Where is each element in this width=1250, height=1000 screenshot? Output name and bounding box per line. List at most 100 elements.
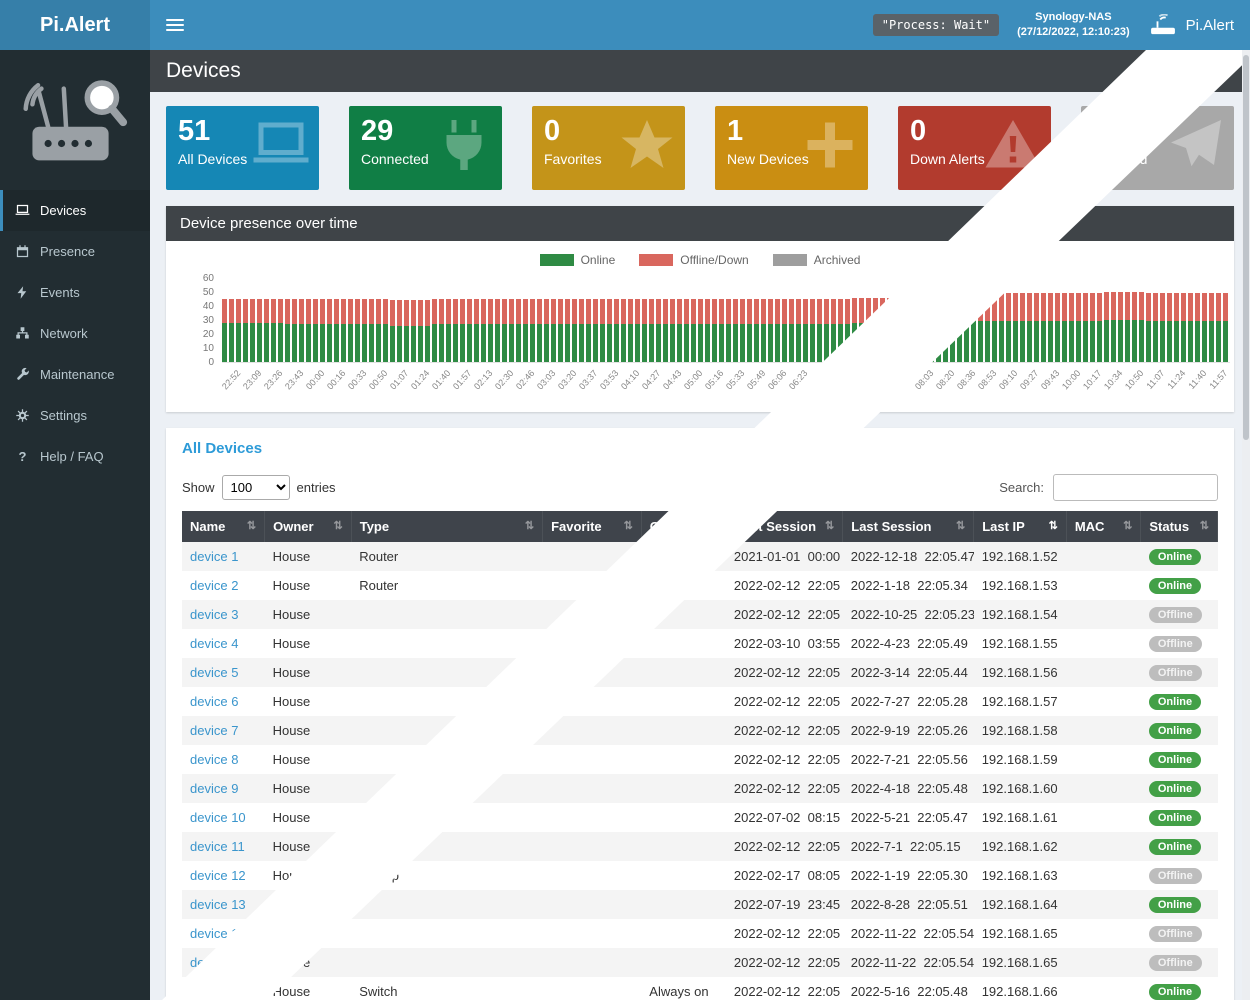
tab-all-devices[interactable]: All Devices (182, 440, 262, 457)
cell-last_ip: 192.168.1.61 (974, 803, 1067, 832)
sidebar-toggle-icon[interactable] (166, 19, 184, 31)
sidebar-item-maintenance[interactable]: Maintenance (0, 354, 150, 395)
column-header-status[interactable]: Status⇅ (1141, 511, 1218, 542)
presence-panel: Device presence over time Online Offline… (166, 206, 1234, 412)
sort-icon: ⇅ (624, 519, 633, 532)
sidebar-item-help[interactable]: ? Help / FAQ (0, 436, 150, 477)
sidebar-item-settings[interactable]: Settings (0, 395, 150, 436)
x-axis-tick: 07:13 (850, 368, 873, 391)
cell-first_session: 2022-03-10 03:55 (726, 629, 843, 658)
cell-type: Laptop (351, 861, 542, 890)
chart-bar (803, 299, 808, 362)
device-link[interactable]: device 15 (190, 984, 246, 999)
sidebar-item-network[interactable]: Network (0, 313, 150, 354)
chart-bar (1118, 292, 1123, 362)
chart-bar (285, 299, 290, 362)
device-link[interactable]: device 14 (190, 926, 246, 941)
page-length-select[interactable]: 100 (222, 475, 290, 500)
x-axis-tick: 05:16 (703, 368, 726, 391)
cell-last_session: 2022-4-18 22:05.48 (843, 774, 974, 803)
summary-card[interactable]: 1 New Devices (715, 106, 868, 190)
chart-bar (649, 299, 654, 362)
chart-bar (1104, 292, 1109, 362)
brand-link[interactable]: Pi.Alert (1148, 14, 1234, 36)
device-link[interactable]: device 9 (190, 781, 238, 796)
device-link[interactable]: device 1 (190, 549, 238, 564)
sidebar-item-label: Settings (40, 408, 87, 423)
column-header-mac[interactable]: MAC⇅ (1066, 511, 1141, 542)
column-header-last-ip[interactable]: Last IP⇅ (974, 511, 1067, 542)
summary-card[interactable]: 0 Archived (1081, 106, 1234, 190)
device-link[interactable]: device 10 (190, 810, 246, 825)
device-link[interactable]: device 7 (190, 723, 238, 738)
legend-label: Offline/Down (680, 253, 748, 267)
chart-bar (747, 299, 752, 362)
chart-bar (313, 299, 318, 362)
device-link[interactable]: device 14 (190, 955, 246, 970)
sort-icon: ⇅ (334, 519, 343, 532)
chart-bar (432, 299, 437, 362)
summary-card[interactable]: 0 Down Alerts (898, 106, 1051, 190)
sidebar-item-label: Network (40, 326, 88, 341)
device-link[interactable]: device 8 (190, 752, 238, 767)
chart-bar (1013, 293, 1018, 362)
chart-bar (607, 299, 612, 362)
x-axis-tick: 02:13 (472, 368, 495, 391)
cell-last_session: 2022-8-28 22:05.51 (843, 890, 974, 919)
cell-group (641, 919, 726, 948)
cell-owner: House (265, 832, 352, 861)
x-axis-tick: 10:50 (1123, 368, 1146, 391)
chart-bar (376, 299, 381, 362)
column-header-owner[interactable]: Owner⇅ (265, 511, 352, 542)
summary-card[interactable]: 29 Connected (349, 106, 502, 190)
device-link[interactable]: device 3 (190, 607, 238, 622)
chart-bar (306, 299, 311, 362)
legend-label: Online (581, 253, 616, 267)
y-axis-tick: 10 (186, 343, 214, 354)
app-logo[interactable]: Pi.Alert (0, 0, 150, 50)
summary-card[interactable]: 51 All Devices (166, 106, 319, 190)
cell-last_ip: 192.168.1.54 (974, 600, 1067, 629)
device-link[interactable]: device 5 (190, 665, 238, 680)
question-icon: ? (15, 449, 30, 464)
sidebar-item-events[interactable]: Events (0, 272, 150, 313)
chart-bar (1139, 292, 1144, 362)
device-link[interactable]: device 6 (190, 694, 238, 709)
chart-bar (817, 299, 822, 362)
x-axis-tick: 02:46 (514, 368, 537, 391)
chart-bar (1146, 293, 1151, 362)
x-axis-tick: 11:57 (1207, 368, 1229, 391)
device-link[interactable]: device 2 (190, 578, 238, 593)
column-header-favorite[interactable]: Favorite⇅ (543, 511, 642, 542)
column-header-first-session[interactable]: First Session⇅ (726, 511, 843, 542)
search-input[interactable] (1053, 474, 1218, 501)
chart-bar (516, 299, 521, 362)
cell-first_session: 2022-02-12 22:05 (726, 716, 843, 745)
x-axis-tick: 00:33 (346, 368, 369, 391)
table-row: device 5House2022-02-12 22:052022-3-14 2… (182, 658, 1218, 687)
column-header-last-session[interactable]: Last Session⇅ (843, 511, 974, 542)
chart-bar (495, 299, 500, 362)
table-row: device 1HouseRouterAlways on2021-01-01 0… (182, 542, 1218, 571)
table-row: device 15HouseSwitchAlways on2022-02-12 … (182, 977, 1218, 1000)
device-link[interactable]: device 11 (190, 839, 245, 854)
column-header-group[interactable]: Group⇅ (641, 511, 726, 542)
cell-mac (1066, 745, 1141, 774)
chart-bar (341, 299, 346, 362)
device-link[interactable]: device 13 (190, 897, 246, 912)
device-link[interactable]: device 12 (190, 868, 246, 883)
cell-last_session: 2022-9-19 22:05.26 (843, 716, 974, 745)
scrollbar-thumb[interactable] (1243, 55, 1249, 440)
x-axis-tick: 03:53 (598, 368, 621, 391)
vertical-scrollbar[interactable] (1242, 50, 1250, 1000)
chart-bar (523, 299, 528, 362)
column-header-name[interactable]: Name⇅ (182, 511, 265, 542)
chart-bar (1188, 293, 1193, 362)
cell-owner: House (265, 774, 352, 803)
sidebar-item-presence[interactable]: Presence (0, 231, 150, 272)
column-header-type[interactable]: Type⇅ (351, 511, 542, 542)
sidebar-item-devices[interactable]: Devices (0, 190, 150, 231)
device-link[interactable]: device 4 (190, 636, 238, 651)
sort-icon: ⇅ (1200, 519, 1209, 532)
summary-card[interactable]: 0 Favorites (532, 106, 685, 190)
